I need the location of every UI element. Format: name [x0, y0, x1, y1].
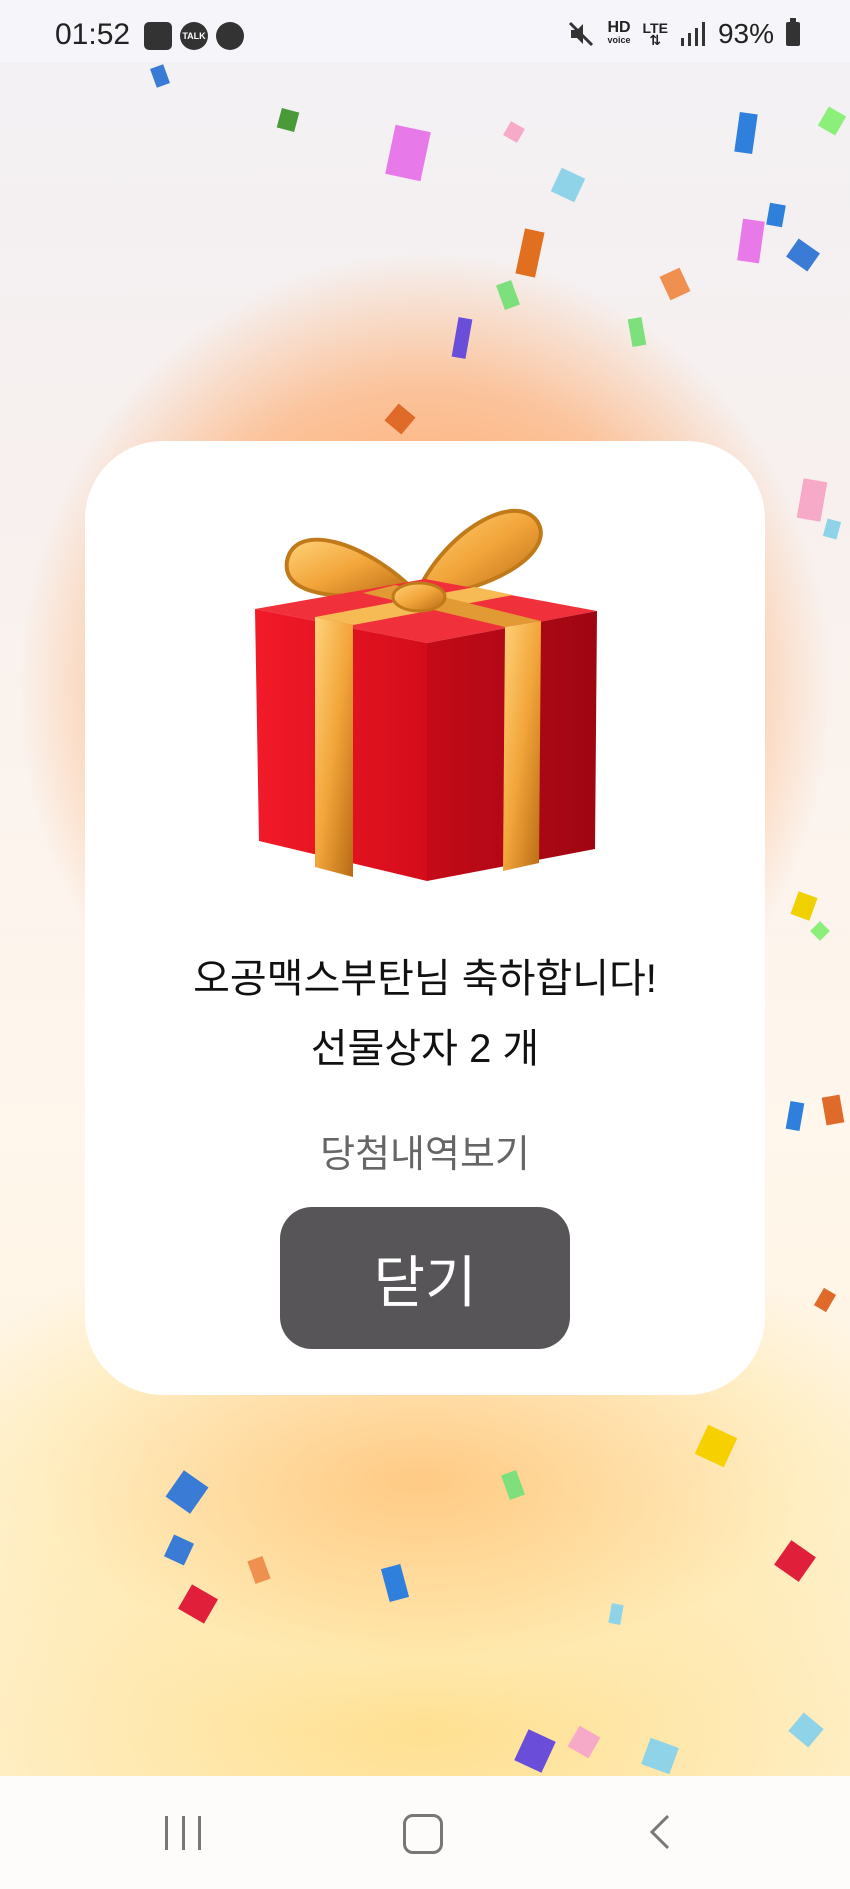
gallery-icon: [144, 22, 172, 50]
hd-label: HD: [607, 19, 631, 36]
lte-icon: LTE ⇅: [643, 21, 668, 47]
close-button[interactable]: 닫기: [280, 1207, 570, 1349]
battery-percent: 93%: [717, 18, 774, 49]
status-bar: 01:52 TALK HD voice LTE ⇅ 93%: [0, 0, 850, 62]
reward-count: 선물상자 2 개: [310, 1027, 540, 1071]
home-icon[interactable]: [403, 1814, 443, 1854]
signal-icon: [680, 22, 705, 46]
congratulations-message: 오공맥스부탄님 축하합니다!: [193, 957, 657, 1001]
hd-voice-icon: HD voice: [607, 19, 631, 46]
gift-box-icon: [255, 508, 597, 881]
chat-bubble-icon: [216, 22, 244, 50]
kakaotalk-icon: TALK: [180, 22, 208, 50]
notification-icons: TALK: [144, 22, 244, 50]
mute-icon: [569, 21, 594, 47]
navigation-bar: [0, 1776, 850, 1889]
recent-apps-icon[interactable]: [165, 1816, 201, 1850]
voice-label: voice: [607, 35, 631, 45]
battery-icon: [786, 18, 800, 46]
status-time: 01:52: [55, 18, 131, 51]
back-icon[interactable]: [646, 1814, 674, 1850]
view-winning-history-link[interactable]: 당첨내역보기: [85, 1123, 765, 1178]
reward-dialog: 오공맥스부탄님 축하합니다! 선물상자 2 개 당첨내역보기 닫기: [85, 441, 765, 1395]
system-status-icons: HD voice LTE ⇅ 93%: [567, 18, 800, 50]
